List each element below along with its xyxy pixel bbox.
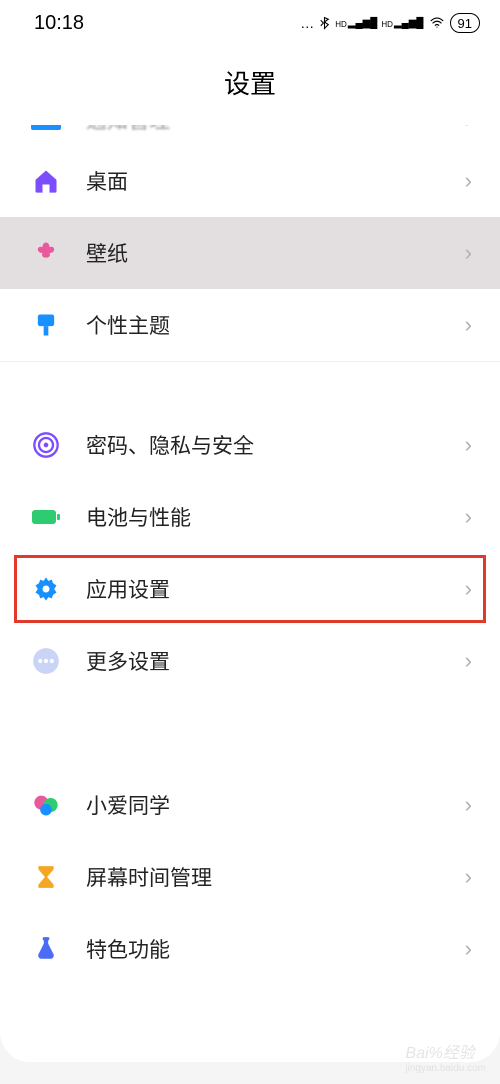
bar-icon	[28, 125, 64, 145]
settings-item-security[interactable]: 密码、隐私与安全 ›	[0, 409, 500, 481]
settings-item-screentime[interactable]: 屏幕时间管理 ›	[0, 841, 500, 913]
signal-1-icon: HD▂▄▆█	[335, 18, 377, 29]
chevron-right-icon: ›	[465, 168, 472, 194]
settings-item-theme[interactable]: 个性主题 ›	[0, 289, 500, 361]
fingerprint-icon	[28, 427, 64, 463]
settings-list: 通知管理 › 桌面 › 壁纸 › 个性主题 ›	[0, 125, 500, 1062]
item-label: 屏幕时间管理	[86, 862, 465, 892]
brush-icon	[28, 307, 64, 343]
signal-2-icon: HD▂▄▆█	[381, 18, 423, 29]
person-icon	[28, 1055, 64, 1062]
chevron-right-icon: ›	[465, 312, 472, 338]
item-label: 密码、隐私与安全	[86, 430, 465, 460]
section-divider	[0, 361, 500, 409]
item-label: 桌面	[86, 166, 465, 196]
gear-icon	[28, 571, 64, 607]
battery-icon	[28, 499, 64, 535]
hourglass-icon	[28, 859, 64, 895]
battery-indicator: 91	[450, 13, 480, 33]
watermark: Bai%经验 jingyan.baidu.com	[405, 1039, 486, 1074]
app-header: 设置	[0, 42, 500, 125]
settings-item-xiaoai[interactable]: 小爱同学 ›	[0, 769, 500, 841]
settings-item-wallpaper[interactable]: 壁纸 ›	[0, 217, 500, 289]
chevron-right-icon: ›	[465, 576, 472, 602]
item-label: 电池与性能	[86, 502, 465, 532]
item-label: 壁纸	[86, 238, 465, 268]
status-time: 10:18	[34, 12, 84, 35]
item-label: 通知管理	[86, 125, 465, 135]
flower-icon	[28, 235, 64, 271]
xiaoai-icon	[28, 787, 64, 823]
chevron-right-icon: ›	[465, 504, 472, 530]
settings-item-battery[interactable]: 电池与性能 ›	[0, 481, 500, 553]
flask-icon	[28, 931, 64, 967]
settings-item-desktop[interactable]: 桌面 ›	[0, 145, 500, 217]
settings-item-more[interactable]: 更多设置 ›	[0, 625, 500, 697]
bluetooth-icon	[318, 15, 331, 31]
section-divider	[0, 697, 500, 769]
settings-item-apps[interactable]: 应用设置 ›	[0, 553, 500, 625]
chevron-right-icon: ›	[465, 125, 472, 133]
chevron-right-icon: ›	[465, 936, 472, 962]
settings-item-features[interactable]: 特色功能 ›	[0, 913, 500, 985]
status-bar: 10:18 … HD▂▄▆█ HD▂▄▆█ 91	[0, 0, 500, 42]
chevron-right-icon: ›	[465, 648, 472, 674]
chevron-right-icon: ›	[465, 432, 472, 458]
item-label: 个性主题	[86, 310, 465, 340]
chevron-right-icon: ›	[465, 792, 472, 818]
home-icon	[28, 163, 64, 199]
status-indicators: … HD▂▄▆█ HD▂▄▆█ 91	[300, 13, 480, 33]
chevron-right-icon: ›	[465, 864, 472, 890]
item-label: 更多设置	[86, 646, 465, 676]
item-label: 应用设置	[86, 574, 465, 604]
item-label: 特色功能	[86, 934, 465, 964]
dots-icon	[28, 643, 64, 679]
page-title: 设置	[0, 64, 500, 101]
more-indicator: …	[300, 15, 314, 31]
item-label: 小爱同学	[86, 790, 465, 820]
settings-item-partial[interactable]: 通知管理 ›	[0, 125, 500, 145]
chevron-right-icon: ›	[465, 240, 472, 266]
wifi-icon	[428, 16, 446, 30]
section-divider	[0, 985, 500, 1037]
